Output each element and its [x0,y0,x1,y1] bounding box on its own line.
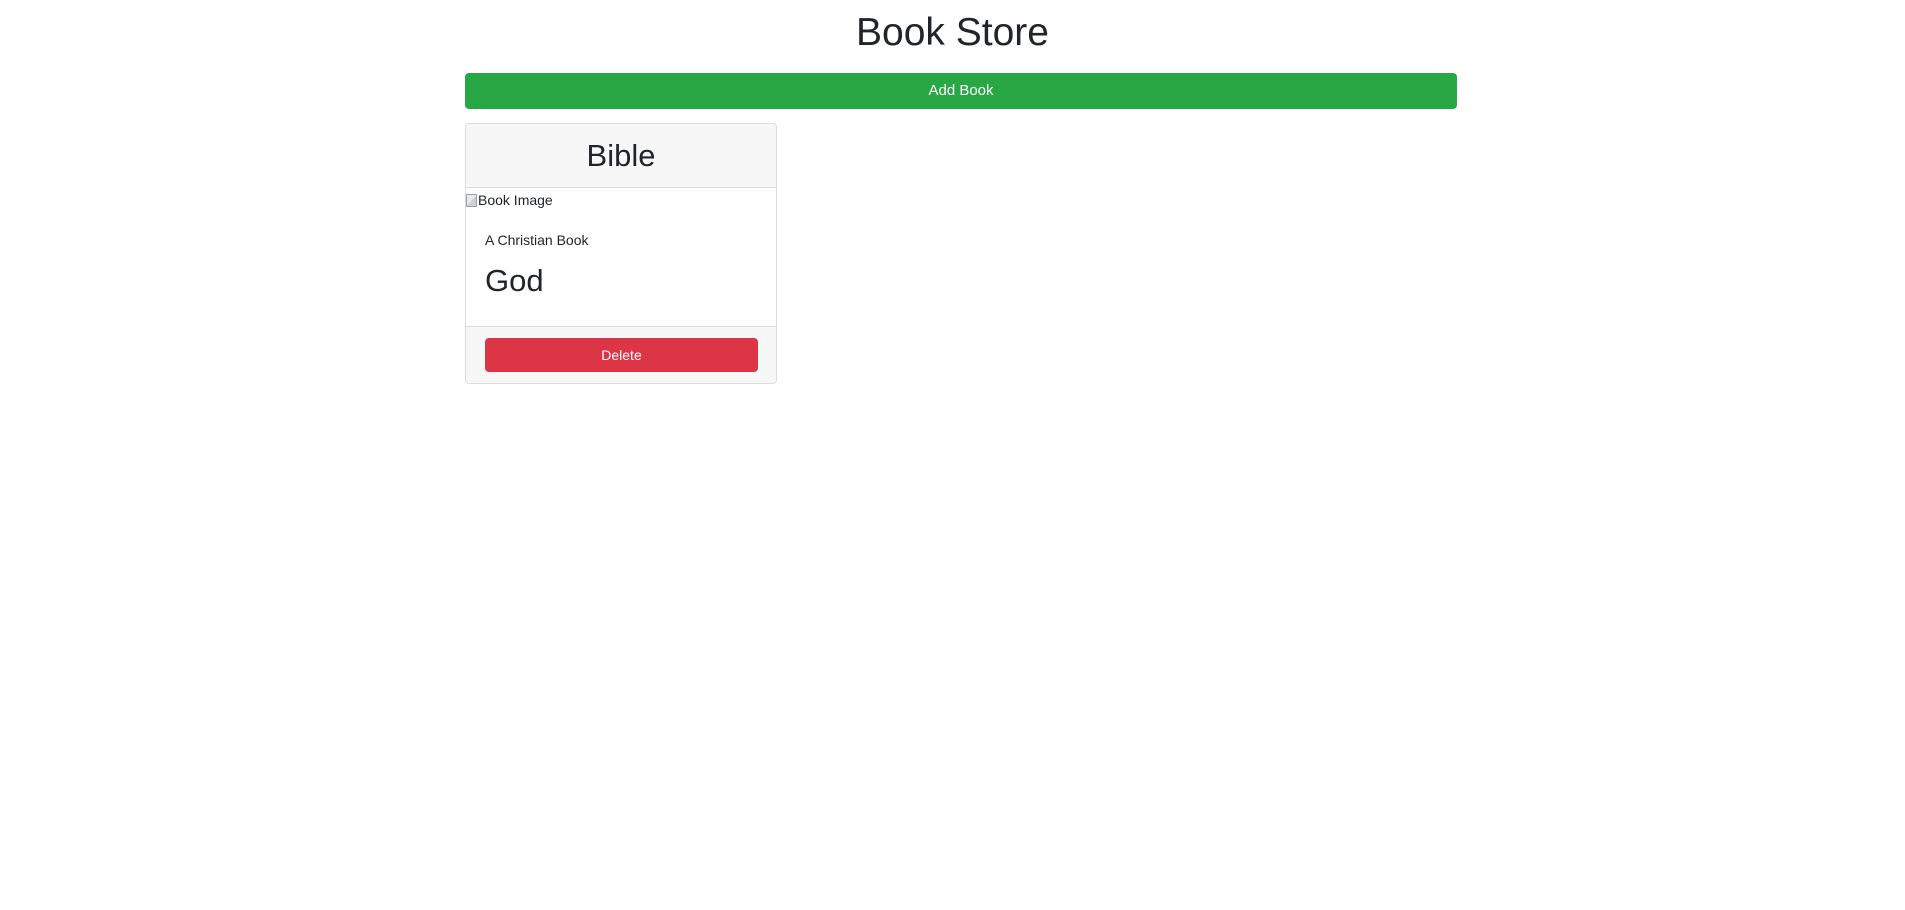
book-card: Bible Book Image A Christian Book God De… [465,123,777,384]
add-book-button[interactable]: Add Book [465,73,1457,109]
book-title: Bible [466,124,776,188]
broken-image-icon [466,193,477,207]
page-title: Book Store [856,11,1049,54]
book-card-footer: Delete [466,327,776,383]
delete-book-button[interactable]: Delete [485,338,758,372]
book-description: A Christian Book [485,232,589,248]
book-image: Book Image [466,190,553,210]
book-author: God [485,263,544,298]
book-image-alt-text: Book Image [478,192,553,208]
book-card-body: Book Image A Christian Book God [466,188,776,327]
